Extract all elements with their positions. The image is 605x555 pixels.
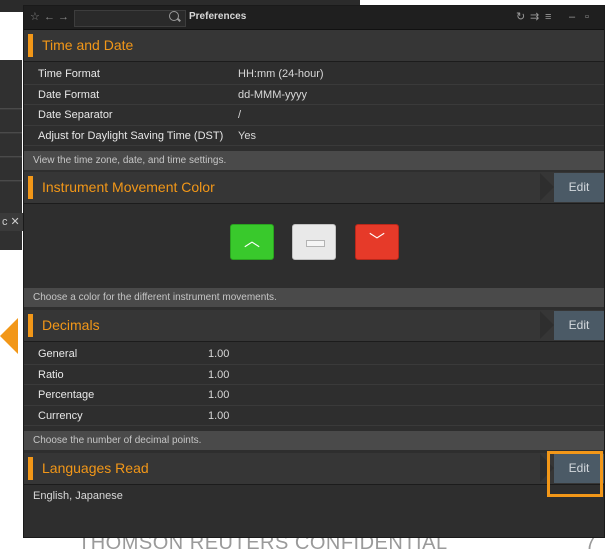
color-swatches: ︿ ﹀ (24, 204, 604, 288)
section-header: Decimals Edit (24, 310, 604, 342)
section-title: Decimals (42, 317, 100, 333)
menu-icon[interactable]: ≡ (545, 10, 551, 24)
edit-label: Edit (568, 461, 590, 475)
setting-label: Adjust for Daylight Saving Time (DST) (38, 129, 224, 142)
setting-label: Date Separator (38, 109, 113, 121)
setting-label: Date Format (38, 88, 100, 101)
back-arrow-icon[interactable]: ← (44, 11, 55, 23)
setting-value: / (238, 109, 242, 121)
setting-label: Time Format (38, 68, 100, 80)
down-color-swatch[interactable]: ﹀ (355, 224, 399, 260)
section-title: Time and Date (42, 37, 134, 53)
section-accent (28, 176, 33, 199)
decimals-section: Decimals Edit General 1.00 Ratio 1.00 Pe… (24, 310, 604, 450)
search-icon[interactable] (169, 11, 179, 21)
setting-value: 1.00 (208, 409, 230, 422)
setting-label: Currency (38, 409, 83, 422)
callout-arrow (0, 318, 18, 354)
unchanged-color-swatch[interactable] (292, 224, 336, 260)
setting-label: Percentage (38, 389, 95, 401)
edit-label: Edit (568, 180, 590, 194)
section-header: Time and Date (24, 30, 604, 62)
setting-value: 1.00 (208, 368, 230, 381)
link-icon[interactable]: ⇉ (530, 10, 539, 24)
edit-button[interactable]: Edit (540, 173, 604, 202)
edit-button[interactable]: Edit (540, 311, 604, 340)
up-color-swatch[interactable]: ︿ (230, 224, 274, 260)
section-accent (28, 34, 33, 57)
maximize-icon[interactable]: ▫ (585, 10, 589, 24)
languages-read-section: Languages Read Edit English, Japanese (24, 451, 604, 502)
decimals-general-row: General 1.00 (24, 344, 604, 365)
date-format-row: Date Format dd-MMM-yyyy (24, 85, 604, 105)
section-title: Instrument Movement Color (42, 179, 215, 195)
section-info: View the time zone, date, and time setti… (24, 151, 604, 170)
edit-button[interactable]: Edit (540, 454, 604, 483)
setting-value: Yes (238, 129, 256, 142)
instrument-movement-color-section: Instrument Movement Color Edit ︿ ﹀ Choos… (24, 172, 604, 307)
section-accent (28, 314, 33, 337)
decimals-currency-row: Currency 1.00 (24, 406, 604, 426)
preferences-dialog: ☆ ← → Preferences ↻ ⇉ ≡ – ▫ Time and Dat… (23, 5, 605, 538)
title-bar: ☆ ← → Preferences ↻ ⇉ ≡ – ▫ (24, 6, 604, 30)
minimize-icon[interactable]: – (569, 10, 575, 24)
setting-value: 1.00 (208, 389, 230, 401)
edit-label: Edit (568, 318, 590, 332)
flat-line-icon (306, 240, 325, 247)
time-and-date-section: Time and Date Time Format HH:mm (24-hour… (24, 30, 604, 170)
chevron-down-icon: ﹀ (368, 233, 385, 250)
time-format-row: Time Format HH:mm (24-hour) (24, 64, 604, 85)
section-accent (28, 457, 33, 480)
section-title: Languages Read (42, 460, 149, 476)
setting-value: HH:mm (24-hour) (238, 68, 324, 80)
section-info: Choose the number of decimal points. (24, 431, 604, 450)
star-icon[interactable]: ☆ (30, 11, 40, 23)
section-header: Languages Read Edit (24, 453, 604, 485)
decimals-percentage-row: Percentage 1.00 (24, 385, 604, 406)
setting-label: Ratio (38, 368, 64, 381)
decimals-ratio-row: Ratio 1.00 (24, 365, 604, 385)
date-separator-row: Date Separator / (24, 105, 604, 126)
chevron-up-icon: ︿ (243, 233, 260, 250)
setting-label: General (38, 348, 78, 360)
setting-value: 1.00 (208, 348, 230, 360)
languages-value: English, Japanese (33, 490, 123, 502)
setting-value: dd-MMM-yyyy (238, 88, 308, 101)
section-header: Instrument Movement Color Edit (24, 172, 604, 204)
section-info: Choose a color for the different instrum… (24, 288, 604, 307)
dst-row: Adjust for Daylight Saving Time (DST) Ye… (24, 126, 604, 146)
window-title: Preferences (189, 11, 247, 22)
forward-arrow-icon[interactable]: → (58, 11, 69, 23)
refresh-icon[interactable]: ↻ (516, 10, 525, 24)
